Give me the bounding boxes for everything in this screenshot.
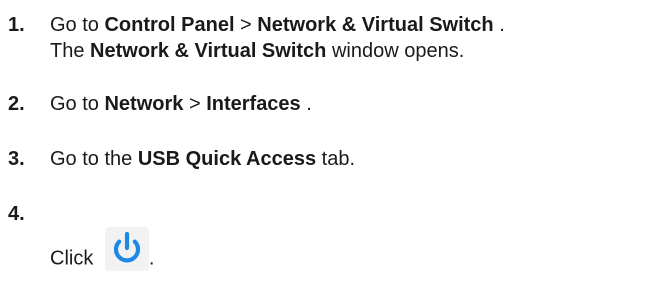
ui-term-interfaces: Interfaces [206, 93, 301, 115]
step-content: Go to Control Panel > Network & Virtual … [50, 12, 505, 64]
step-text: Click [50, 247, 99, 270]
ui-term-usb-quick-access: USB Quick Access [137, 148, 317, 170]
step-text: Go to [50, 14, 105, 36]
step-number: 3. [8, 148, 25, 170]
step-text: > [183, 93, 207, 115]
step-text: The [50, 40, 91, 62]
step-text: . [493, 14, 505, 36]
step-number: 4. [8, 203, 25, 225]
step-text: Go to [50, 93, 105, 115]
step-text: window opens. [326, 40, 465, 62]
ui-term-network-virtual-switch: Network & Virtual Switch [257, 14, 494, 36]
ui-term-control-panel: Control Panel [104, 14, 235, 36]
power-icon [104, 227, 149, 271]
step-line: Go to Control Panel > Network & Virtual … [50, 12, 505, 38]
step-number: 2. [8, 93, 25, 115]
step-content: Go to Network > Interfaces . [50, 91, 312, 117]
step-text: > [234, 14, 258, 36]
steps-list: 1. Go to Control Panel > Network & Virtu… [0, 0, 654, 282]
step-number: 1. [8, 14, 25, 36]
step-text: . [148, 247, 155, 270]
step-content: Click . [50, 227, 155, 281]
step-content: Go to the USB Quick Access tab. [50, 146, 355, 172]
step-text: tab. [316, 148, 355, 170]
ui-term-network: Network [104, 93, 184, 115]
step-text: Go to the [50, 148, 138, 170]
ui-term-network-virtual-switch: Network & Virtual Switch [90, 40, 327, 62]
step-result-line: The Network & Virtual Switch window open… [50, 38, 505, 64]
step-text: . [300, 93, 312, 115]
